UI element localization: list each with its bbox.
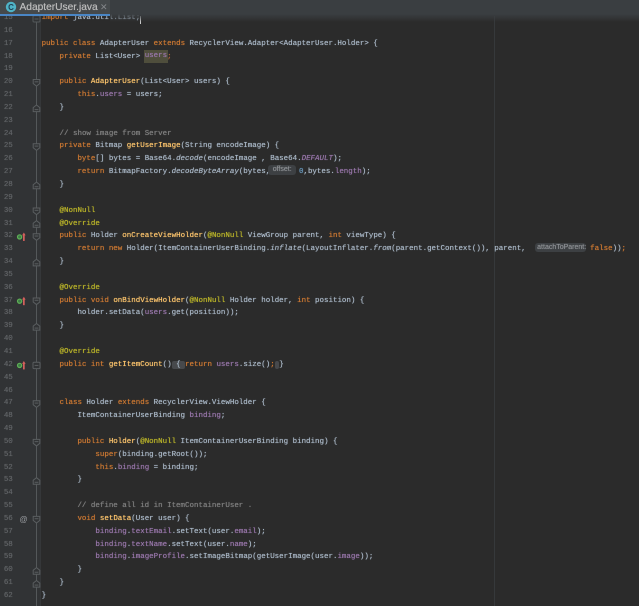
svg-text:C: C — [8, 3, 14, 12]
svg-text:@: @ — [19, 515, 27, 524]
